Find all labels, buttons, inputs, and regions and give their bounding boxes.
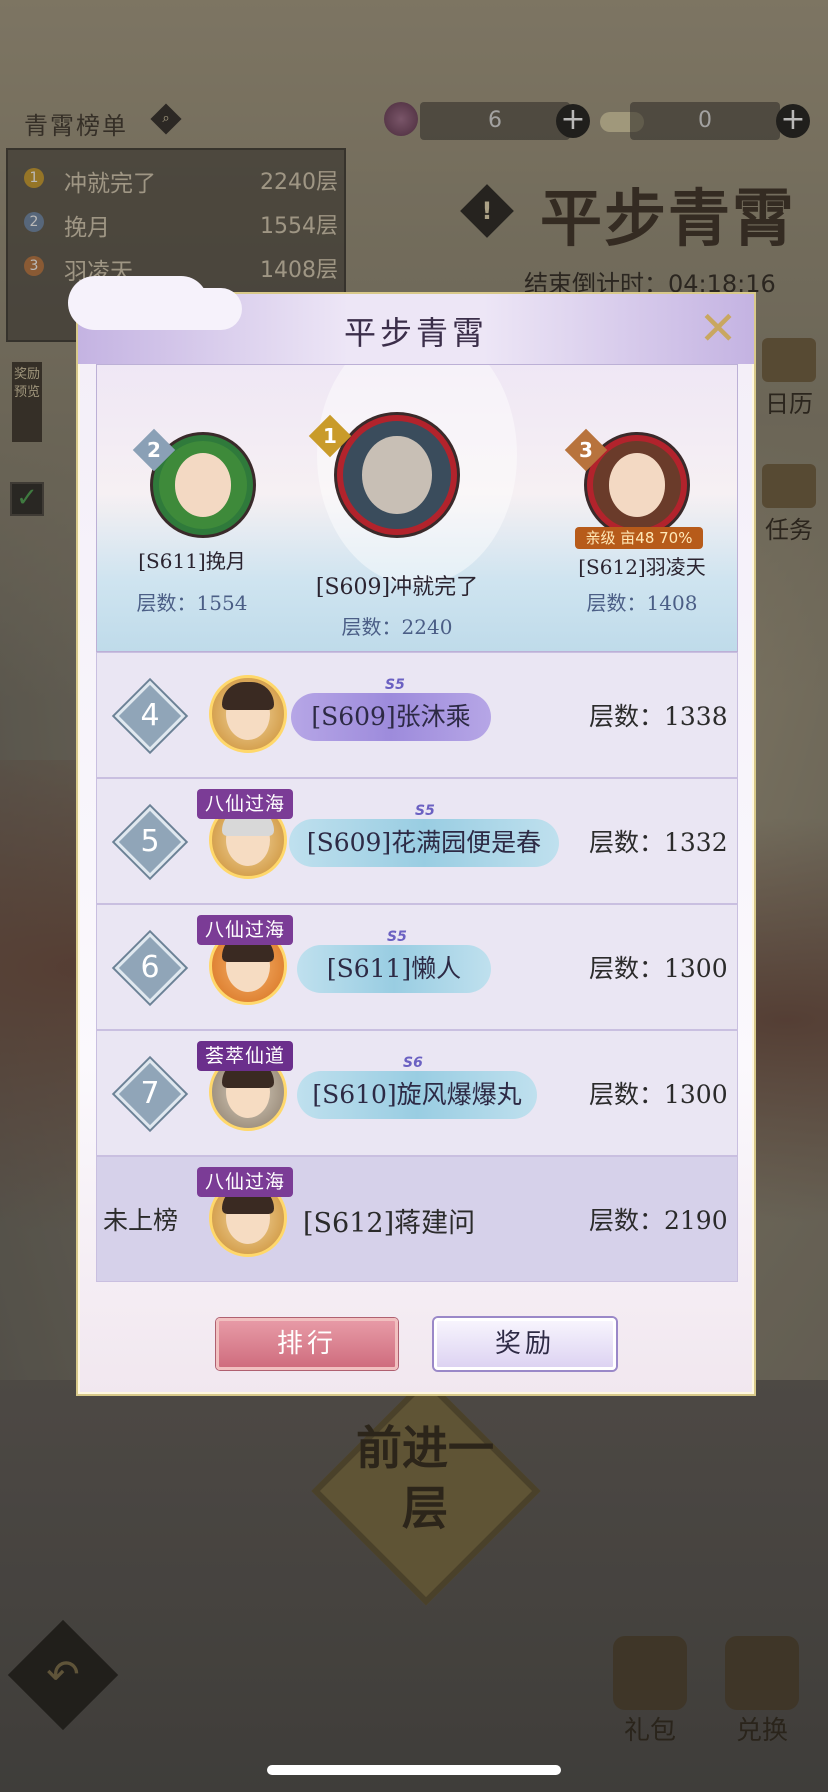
table-row[interactable]: 4 S5 [S609]张沐乘 层数：1338 [96,652,738,778]
server-tag: S5 [385,677,405,693]
tab-rank[interactable]: 排行 [216,1318,398,1370]
podium-name-3: [S612]羽凌天 [578,555,706,579]
table-row[interactable]: 5 八仙过海 S5 [S609]花满园便是春 层数：1332 [96,778,738,904]
podium-score-1: 层数：2240 [341,615,453,639]
rank-badge-3: 3 [564,428,608,472]
podium-avatar-1[interactable] [337,415,457,535]
avatar [362,436,432,514]
player-name: [S612]蒋建问 [303,1208,476,1239]
player-name: [S609]花满园便是春 [289,819,559,867]
my-rank-row[interactable]: 未上榜 八仙过海 [S612]蒋建问 层数：2190 [96,1156,738,1282]
rank-badge: 7 [114,1058,186,1130]
title-badge: 八仙过海 [197,915,293,945]
podium-name-1: [S609]冲就完了 [315,575,479,600]
rank-badge: 4 [114,680,186,752]
score: 层数：1300 [589,1080,728,1109]
tab-reward[interactable]: 奖励 [434,1318,616,1370]
vip-strip: 亲级 亩48 70% [575,527,703,549]
home-indicator[interactable] [267,1765,561,1775]
score: 层数：1338 [589,702,728,731]
score: 层数：2190 [589,1206,728,1235]
unranked-label: 未上榜 [103,1206,179,1235]
server-tag: S6 [403,1055,423,1071]
avatar [174,453,232,517]
score: 层数：1332 [589,828,728,857]
close-icon[interactable]: ✕ [698,305,738,351]
server-tag: S5 [387,929,407,945]
table-row[interactable]: 7 荟萃仙道 S6 [S610]旋风爆爆丸 层数：1300 [96,1030,738,1156]
player-name: [S609]张沐乘 [291,693,491,741]
player-name: [S611]懒人 [297,945,491,993]
rank-badge: 6 [114,932,186,1004]
avatar [608,453,666,517]
podium-name-2: [S611]挽月 [138,549,246,573]
podium: 2 [S611]挽月 层数：1554 1 [S609]冲就完了 层数：2240 … [96,364,738,652]
rank-badge-1: 1 [308,414,352,458]
table-row[interactable]: 6 八仙过海 S5 [S611]懒人 层数：1300 [96,904,738,1030]
server-tag: S5 [415,803,435,819]
leaderboard-modal: 平步青霄 ✕ 2 [S611]挽月 层数：1554 1 [S609]冲就完了 层… [68,276,756,1396]
podium-score-3: 层数：1408 [586,591,698,615]
title-badge: 荟萃仙道 [197,1041,293,1071]
rank-badge-2: 2 [132,428,176,472]
score: 层数：1300 [589,954,728,983]
player-name: [S610]旋风爆爆丸 [297,1071,537,1119]
title-badge: 八仙过海 [197,789,293,819]
modal-title: 平步青霄 [343,314,488,352]
rank-badge: 5 [114,806,186,878]
podium-score-2: 层数：1554 [136,591,248,615]
avatar [209,675,287,753]
title-badge: 八仙过海 [197,1167,293,1197]
